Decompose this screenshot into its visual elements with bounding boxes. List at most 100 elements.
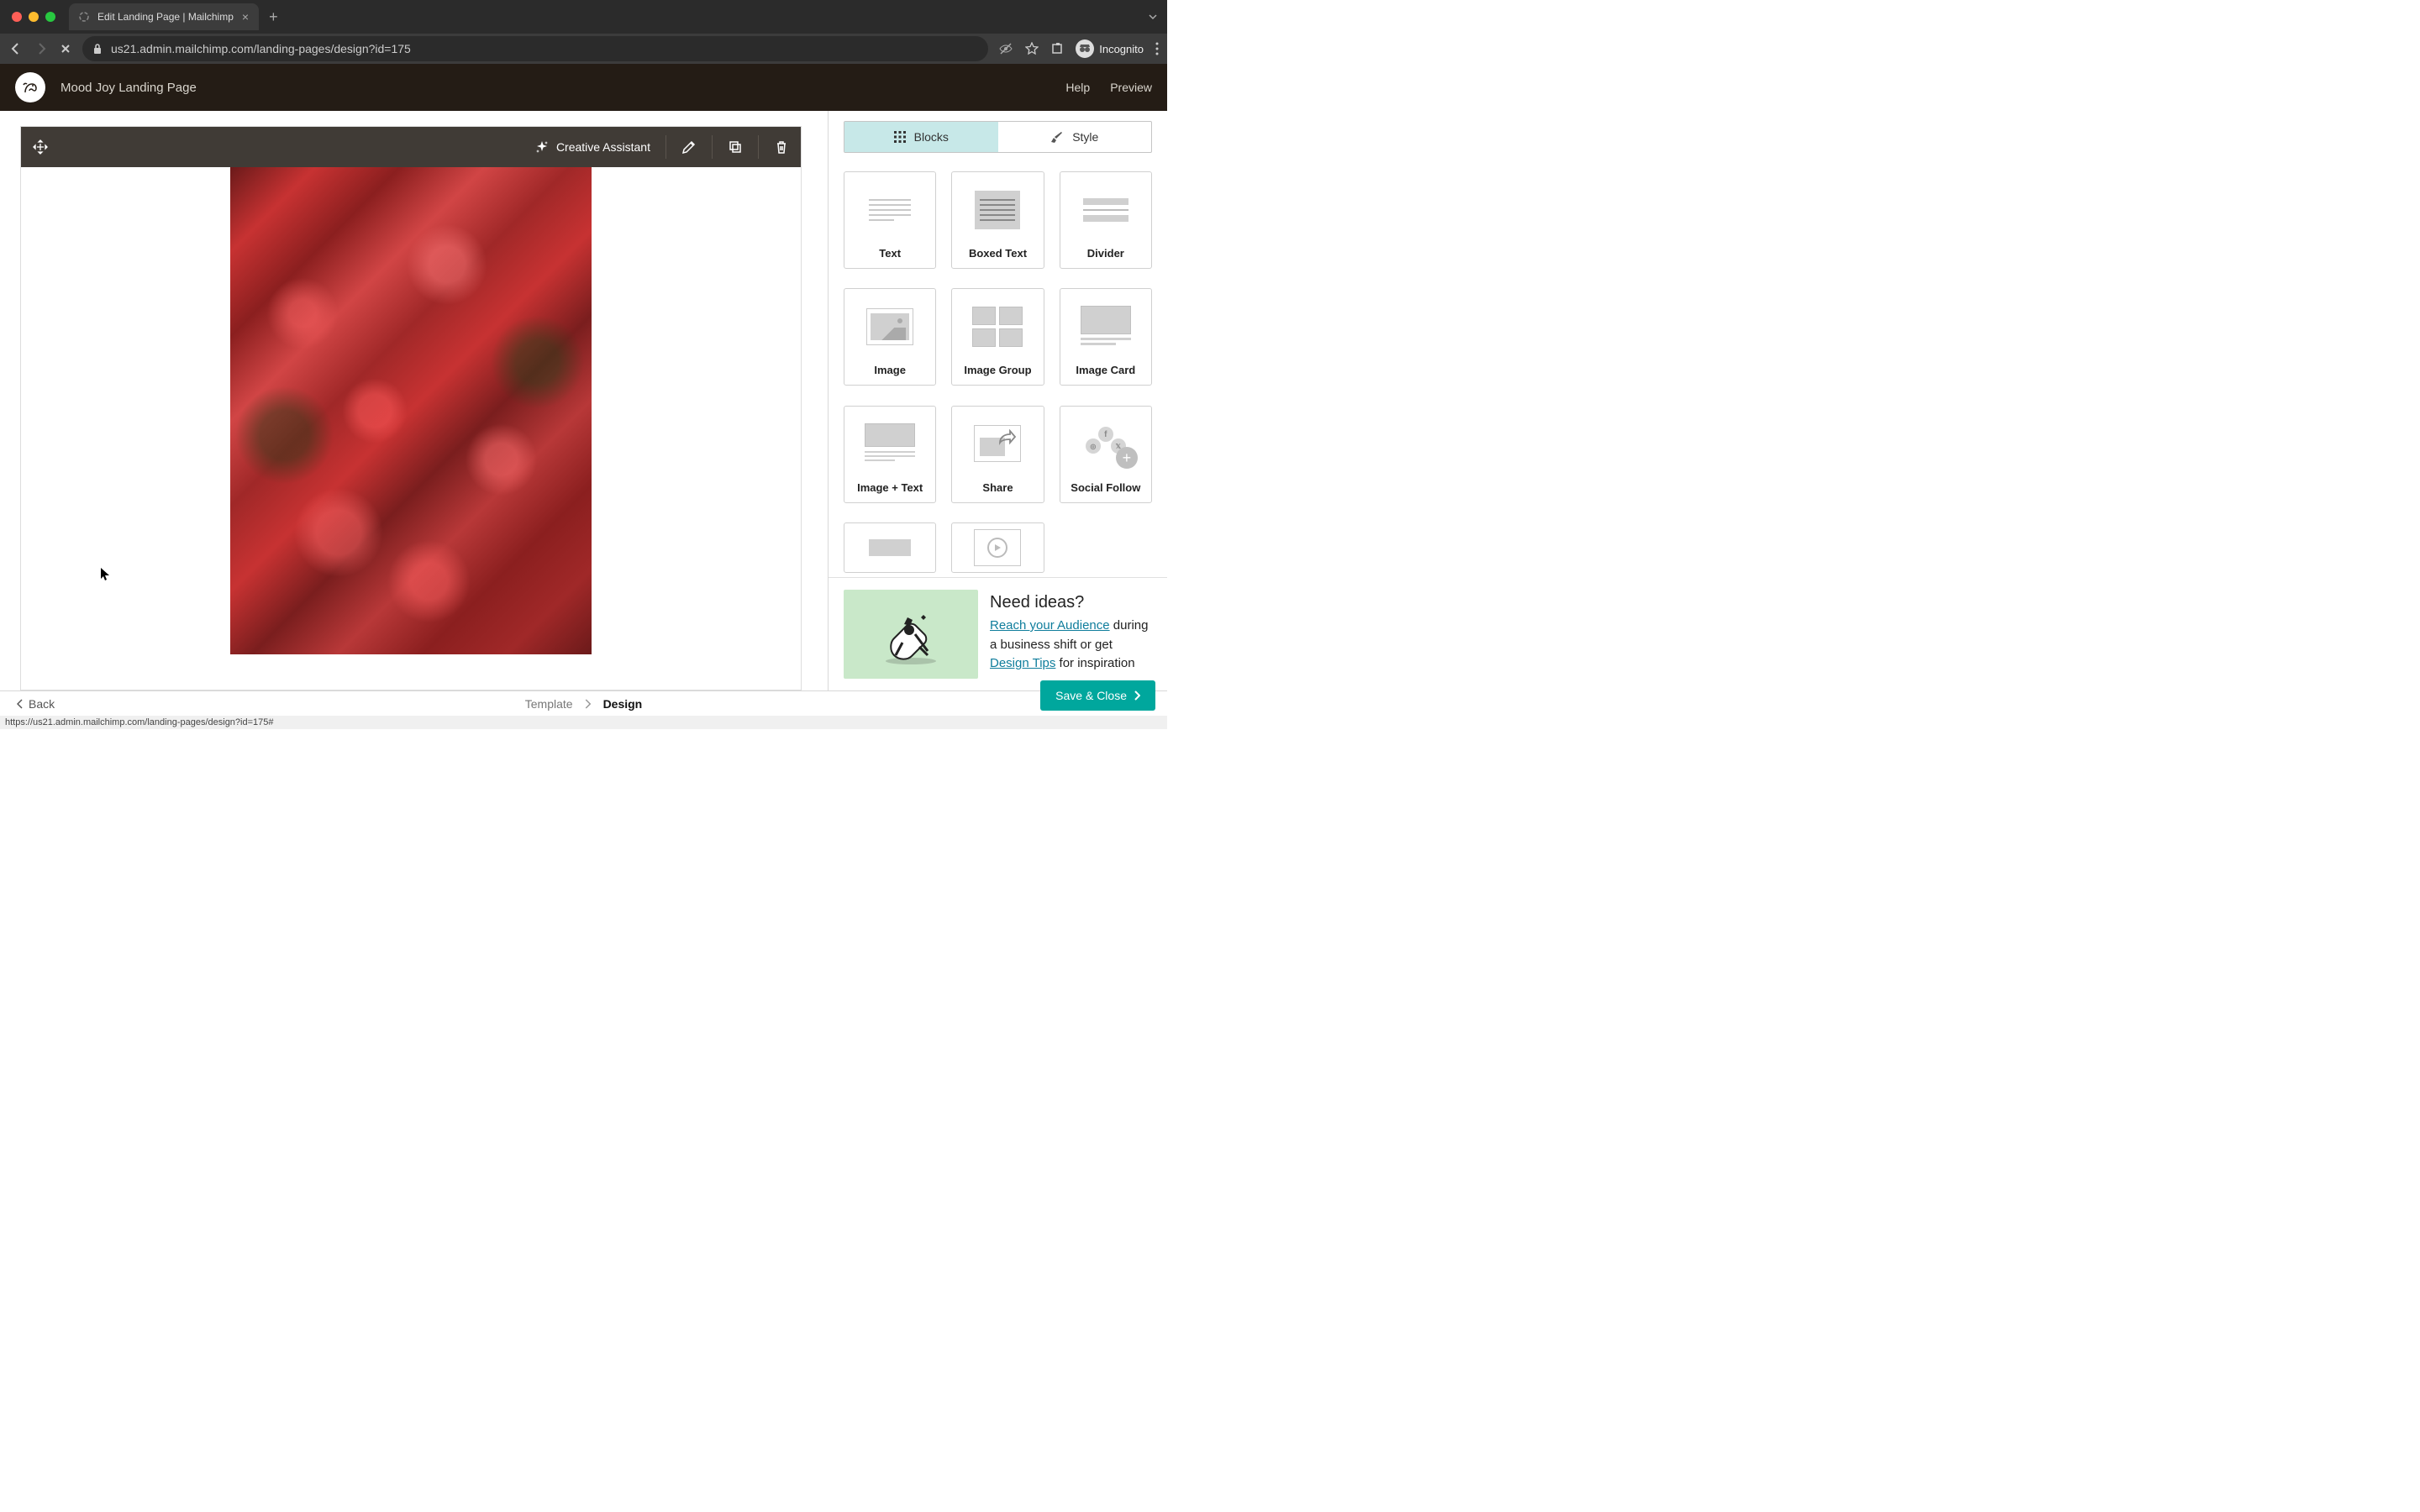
incognito-icon (1076, 39, 1094, 58)
ideas-title: Need ideas? (990, 590, 1152, 615)
thumb-share-icon (952, 407, 1043, 481)
thumb-button-icon (844, 523, 935, 572)
selected-image-block[interactable]: Creative Assistant (21, 127, 801, 654)
tab-favicon (79, 12, 89, 22)
chevron-right-icon (1134, 690, 1140, 701)
tab-overflow-button[interactable] (1147, 11, 1159, 23)
tab-style-label: Style (1072, 130, 1098, 144)
thumb-image-group-icon (952, 289, 1043, 364)
paintbrush-icon (1050, 130, 1064, 144)
block-image[interactable]: Image (844, 288, 936, 386)
browser-tab[interactable]: Edit Landing Page | Mailchimp × (69, 3, 259, 30)
status-bar: https://us21.admin.mailchimp.com/landing… (0, 716, 1167, 729)
thumb-image-icon (844, 289, 935, 364)
ideas-text-2: for inspiration (1055, 656, 1134, 670)
block-image-group[interactable]: Image Group (951, 288, 1044, 386)
ideas-link-design-tips[interactable]: Design Tips (990, 656, 1055, 670)
block-label: Image Card (1060, 364, 1151, 385)
bookmark-star-icon[interactable] (1025, 42, 1039, 55)
mailchimp-logo[interactable] (15, 72, 45, 102)
incognito-badge[interactable]: Incognito (1076, 39, 1144, 58)
sidebar-tabs: Blocks Style (844, 121, 1152, 153)
preview-link[interactable]: Preview (1110, 81, 1152, 94)
help-link[interactable]: Help (1065, 81, 1090, 94)
app-header: Mood Joy Landing Page Help Preview (0, 64, 1167, 111)
tab-style[interactable]: Style (998, 122, 1152, 152)
creative-assistant-label: Creative Assistant (556, 140, 650, 154)
chevron-left-icon (17, 699, 24, 709)
image-content[interactable] (21, 167, 801, 654)
save-label: Save & Close (1055, 689, 1127, 702)
canvas-frame[interactable]: Creative Assistant (20, 126, 802, 690)
block-social-follow[interactable]: f ◎ 𝕏 + Social Follow (1060, 406, 1152, 503)
sidebar: Blocks Style Text Boxed Text Divider (828, 111, 1167, 690)
block-label: Social Follow (1060, 481, 1151, 502)
thumb-social-follow-icon: f ◎ 𝕏 + (1060, 407, 1151, 481)
breadcrumb-template[interactable]: Template (525, 697, 573, 711)
new-tab-button[interactable]: + (269, 8, 278, 26)
window-close-button[interactable] (12, 12, 22, 22)
delete-button[interactable] (774, 139, 789, 155)
breadcrumb: Template Design (525, 697, 643, 711)
block-label: Boxed Text (952, 247, 1043, 268)
back-label: Back (29, 697, 55, 711)
save-close-button[interactable]: Save & Close (1040, 680, 1155, 711)
bottom-bar: Back Template Design Save & Close (0, 690, 1167, 716)
ideas-illustration (844, 590, 978, 679)
block-label: Divider (1060, 247, 1151, 268)
block-label: Text (844, 247, 935, 268)
block-label: Share (952, 481, 1043, 502)
thumb-image-card-icon (1060, 289, 1151, 364)
ideas-panel: Need ideas? Reach your Audience during a… (829, 577, 1167, 690)
tab-title: Edit Landing Page | Mailchimp (97, 11, 234, 23)
browser-menu-button[interactable] (1155, 42, 1159, 55)
browser-tab-bar: Edit Landing Page | Mailchimp × + (0, 0, 1167, 34)
creative-assistant-button[interactable]: Creative Assistant (534, 139, 650, 155)
back-link[interactable]: Back (17, 697, 55, 711)
block-divider[interactable]: Divider (1060, 171, 1152, 269)
thumb-text-icon (844, 172, 935, 247)
tab-blocks-label: Blocks (914, 130, 949, 144)
block-label: Image Group (952, 364, 1043, 385)
url-text: us21.admin.mailchimp.com/landing-pages/d… (111, 42, 411, 55)
eye-off-icon[interactable] (998, 41, 1013, 56)
duplicate-button[interactable] (728, 139, 743, 155)
window-minimize-button[interactable] (29, 12, 39, 22)
block-video[interactable] (951, 522, 1044, 573)
reload-button[interactable] (59, 42, 72, 55)
thumb-video-icon (952, 523, 1043, 572)
lock-icon (92, 43, 103, 55)
extensions-icon[interactable] (1050, 42, 1064, 55)
canvas-area: Creative Assistant (0, 111, 828, 690)
breadcrumb-design: Design (603, 697, 643, 711)
block-button[interactable] (844, 522, 936, 573)
block-image-card[interactable]: Image Card (1060, 288, 1152, 386)
blocks-grid: Text Boxed Text Divider Image Image Grou… (829, 153, 1167, 577)
block-boxed-text[interactable]: Boxed Text (951, 171, 1044, 269)
block-label: Image + Text (844, 481, 935, 502)
block-text[interactable]: Text (844, 171, 936, 269)
back-button[interactable] (8, 41, 24, 56)
thumb-divider-icon (1060, 172, 1151, 247)
block-toolbar: Creative Assistant (21, 127, 801, 167)
grid-icon (894, 131, 906, 143)
block-image-text[interactable]: Image + Text (844, 406, 936, 503)
block-share[interactable]: Share (951, 406, 1044, 503)
ideas-link-reach-audience[interactable]: Reach your Audience (990, 618, 1110, 633)
tab-close-button[interactable]: × (242, 10, 249, 24)
sparkle-icon (534, 139, 550, 155)
move-handle-icon[interactable] (33, 139, 48, 155)
thumb-boxed-text-icon (952, 172, 1043, 247)
page-title: Mood Joy Landing Page (60, 81, 197, 95)
status-url: https://us21.admin.mailchimp.com/landing… (5, 717, 274, 727)
tab-blocks[interactable]: Blocks (844, 122, 998, 152)
window-maximize-button[interactable] (45, 12, 55, 22)
block-label: Image (844, 364, 935, 385)
address-bar[interactable]: us21.admin.mailchimp.com/landing-pages/d… (82, 36, 988, 61)
edit-button[interactable] (681, 139, 697, 155)
forward-button[interactable] (34, 41, 49, 56)
browser-toolbar: us21.admin.mailchimp.com/landing-pages/d… (0, 34, 1167, 64)
thumb-image-text-icon (844, 407, 935, 481)
placeholder-image (230, 167, 592, 654)
chevron-right-icon (585, 699, 592, 709)
